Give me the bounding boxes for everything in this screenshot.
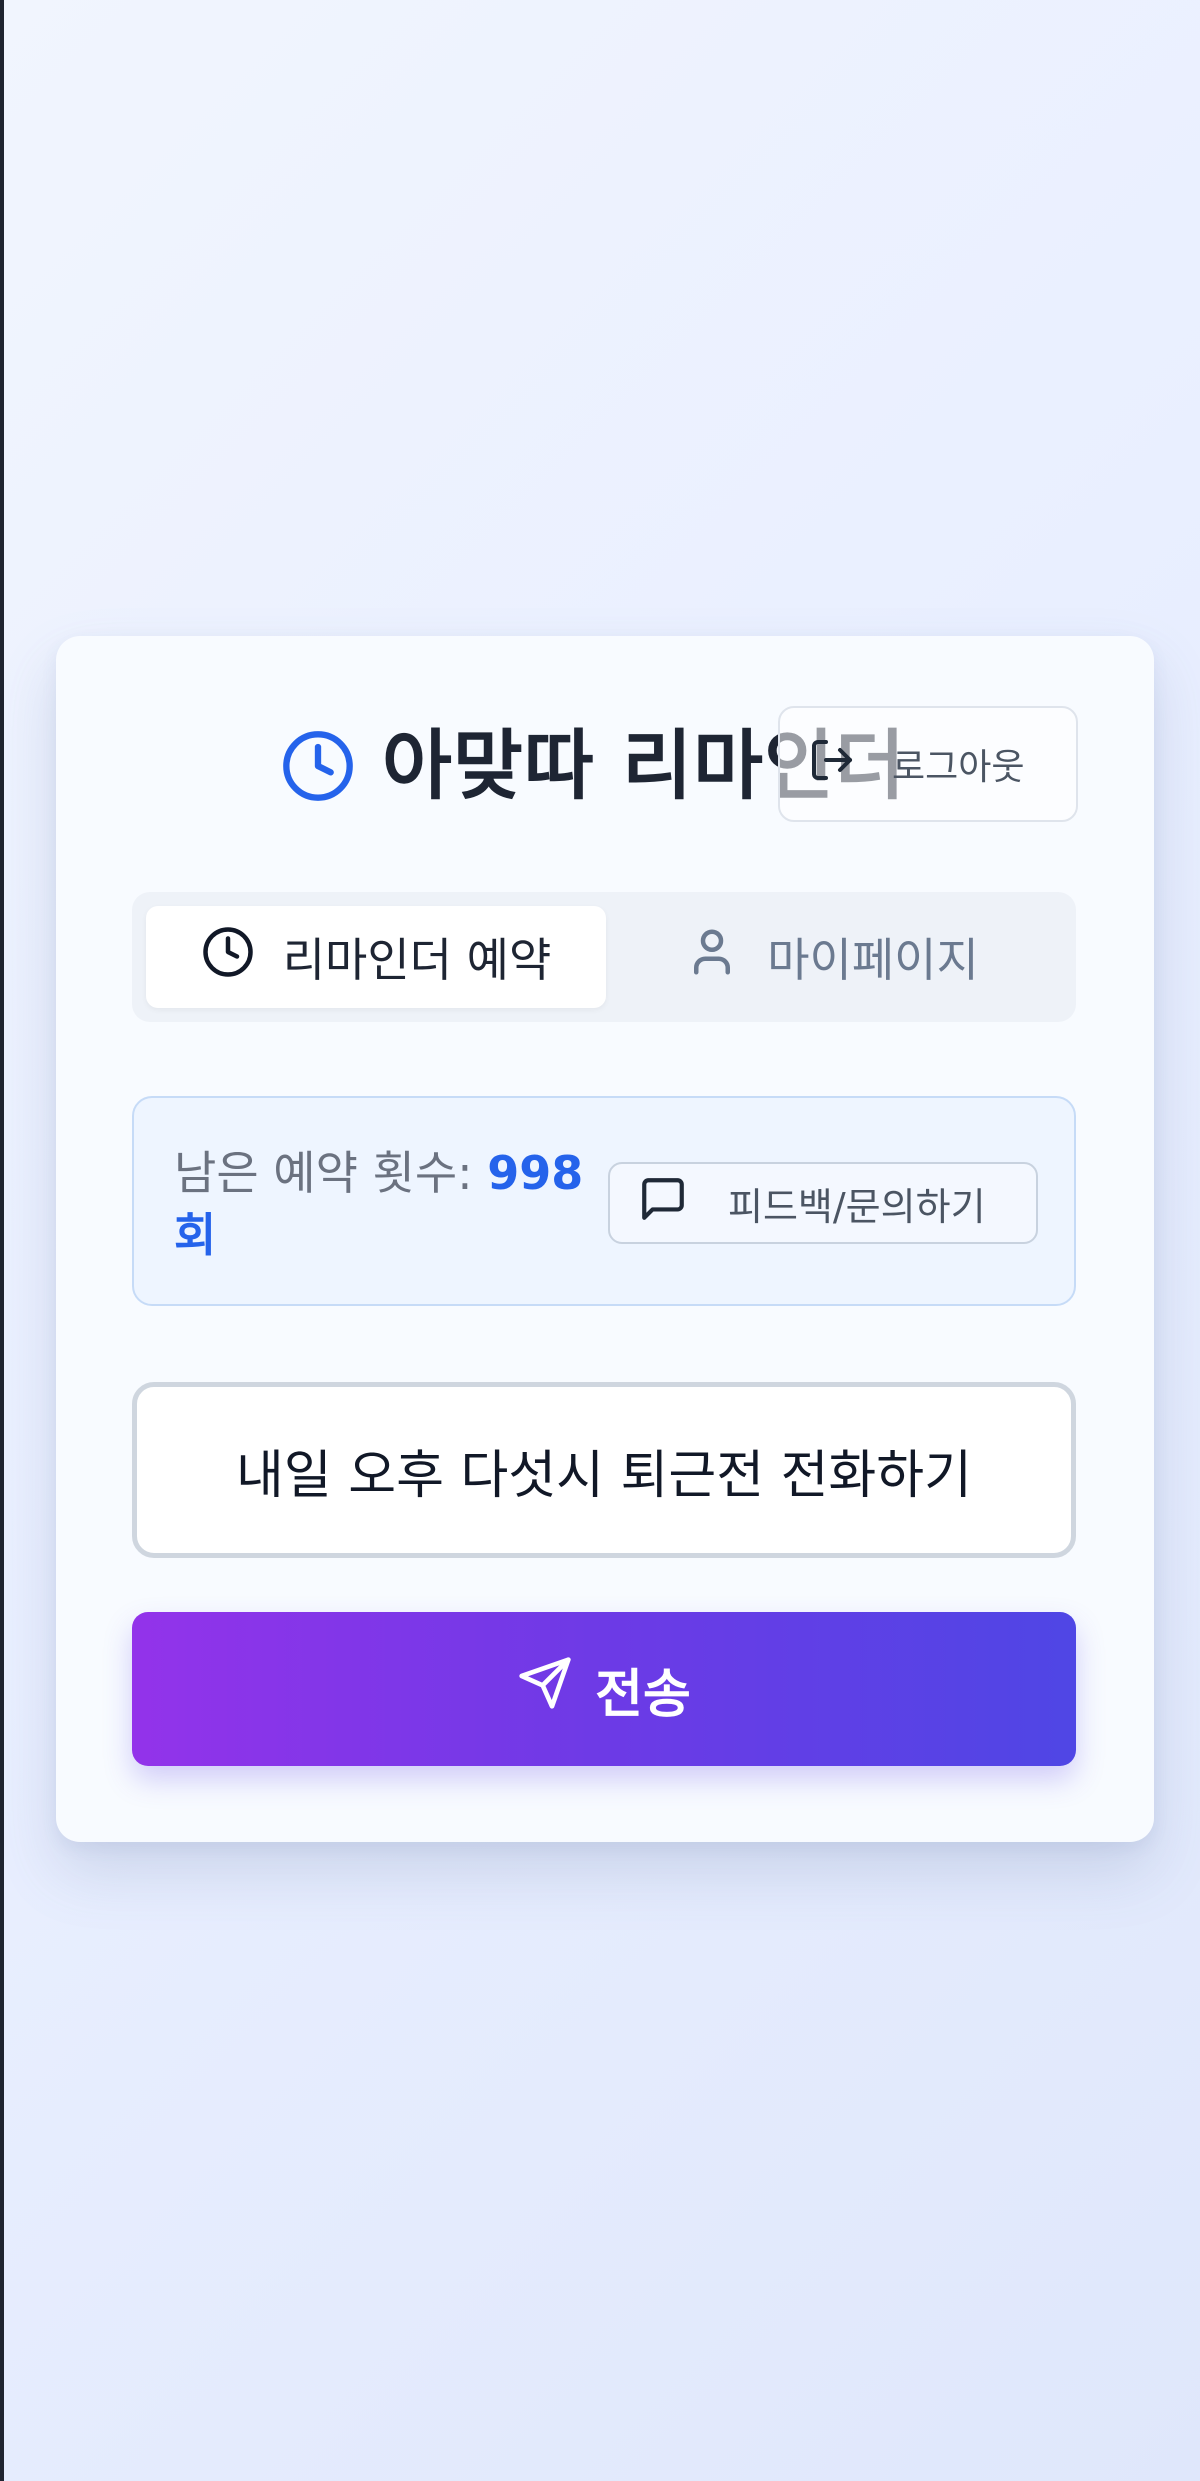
user-icon — [685, 925, 767, 990]
feedback-button[interactable]: 피드백/문의하기 — [608, 1162, 1038, 1244]
tab-label: 마이페이지 — [767, 933, 979, 987]
quota-label: 남은 예약 횟수: — [174, 1146, 473, 1200]
tab-label: 리마인더 예약 — [282, 933, 552, 987]
send-button[interactable]: 전송 — [132, 1612, 1076, 1766]
logout-icon — [808, 736, 892, 793]
window-edge — [0, 0, 4, 2481]
remaining-quota: 남은 예약 횟수: 998 회 — [174, 1142, 594, 1266]
send-icon — [517, 1655, 595, 1724]
message-square-icon — [638, 1174, 728, 1233]
quota-panel: 남은 예약 횟수: 998 회 피드백/문의하기 — [132, 1096, 1076, 1306]
send-label: 전송 — [595, 1665, 691, 1724]
main-card: 아맞따 리마인더 로그아웃 리마인더 예약 마이페이지 남은 예약 횟수: 99… — [56, 636, 1154, 1842]
quota-unit: 회 — [174, 1208, 217, 1262]
quota-count: 998 — [487, 1146, 584, 1200]
tab-reminder-booking[interactable]: 리마인더 예약 — [146, 906, 606, 1008]
header: 아맞따 리마인더 로그아웃 — [56, 636, 1154, 876]
logout-button[interactable]: 로그아웃 — [778, 706, 1078, 822]
feedback-label: 피드백/문의하기 — [728, 1184, 986, 1229]
reminder-message-input[interactable] — [132, 1382, 1076, 1558]
logout-label: 로그아웃 — [892, 747, 1025, 788]
clock-icon — [201, 925, 283, 990]
tab-bar: 리마인더 예약 마이페이지 — [132, 892, 1076, 1022]
clock-icon — [280, 728, 356, 804]
tab-mypage[interactable]: 마이페이지 — [602, 906, 1062, 1008]
